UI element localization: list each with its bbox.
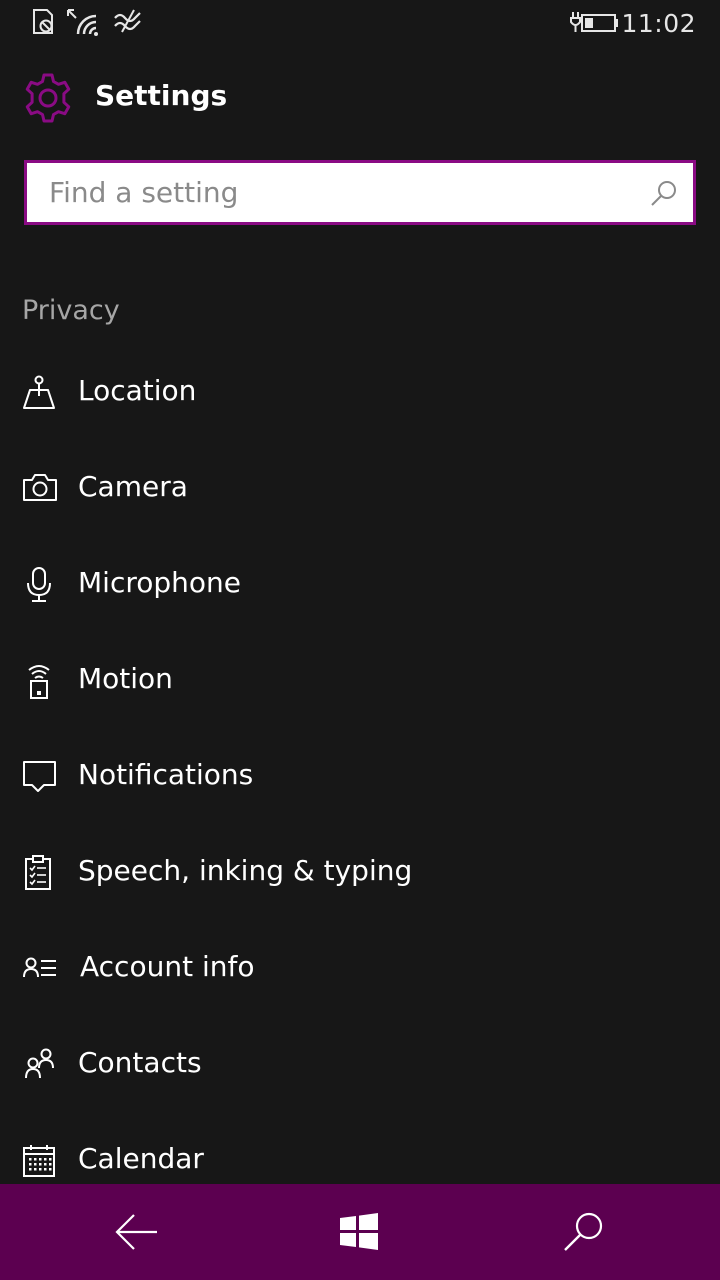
list-item-label: Calendar: [78, 1142, 204, 1175]
clipboard-icon: [22, 854, 58, 892]
account-info-icon: [22, 950, 58, 988]
list-item-label: Notifications: [78, 758, 254, 791]
list-item-microphone[interactable]: Microphone: [0, 537, 720, 633]
wifi-icon: [66, 6, 102, 38]
data-icon: [112, 6, 144, 38]
navigation-bar: [0, 1184, 720, 1280]
list-item-label: Camera: [78, 470, 188, 503]
settings-screen: 11:02 Settings Privacy: [0, 0, 720, 1280]
list-item-label: Location: [78, 374, 197, 407]
list-item-label: Microphone: [78, 566, 241, 599]
app-header: Settings: [0, 64, 720, 128]
search-icon[interactable]: [560, 1208, 608, 1256]
list-item-contacts[interactable]: Contacts: [0, 1017, 720, 1113]
sim-blocked-icon: [30, 6, 58, 38]
search-input[interactable]: [27, 163, 637, 222]
privacy-settings-list: Location Camera Microphone Motion Notifi…: [0, 345, 720, 1209]
motion-icon: [22, 662, 58, 700]
page-title: Settings: [95, 79, 228, 112]
gear-icon: [22, 72, 74, 124]
list-item-label: Contacts: [78, 1046, 202, 1079]
status-time: 11:02: [621, 9, 696, 38]
list-item-account-info[interactable]: Account info: [0, 921, 720, 1017]
status-bar: 11:02: [0, 0, 720, 48]
location-icon: [22, 374, 58, 412]
section-heading: Privacy: [22, 295, 120, 326]
contacts-icon: [22, 1046, 58, 1084]
windows-icon[interactable]: [336, 1208, 384, 1256]
list-item-label: Motion: [78, 662, 173, 695]
battery-charging-icon: [568, 6, 620, 38]
list-item-notifications[interactable]: Notifications: [0, 729, 720, 825]
calendar-icon: [22, 1142, 58, 1180]
list-item-camera[interactable]: Camera: [0, 441, 720, 537]
list-item-label: Speech, inking & typing: [78, 854, 413, 887]
list-item-speech-inking-typing[interactable]: Speech, inking & typing: [0, 825, 720, 921]
list-item-motion[interactable]: Motion: [0, 633, 720, 729]
search-box[interactable]: [24, 160, 696, 225]
notifications-icon: [22, 758, 58, 796]
microphone-icon: [22, 566, 58, 604]
back-arrow-icon[interactable]: [112, 1208, 160, 1256]
list-item-label: Account info: [80, 950, 255, 983]
list-item-location[interactable]: Location: [0, 345, 720, 441]
search-icon[interactable]: [649, 178, 679, 208]
camera-icon: [22, 470, 58, 508]
